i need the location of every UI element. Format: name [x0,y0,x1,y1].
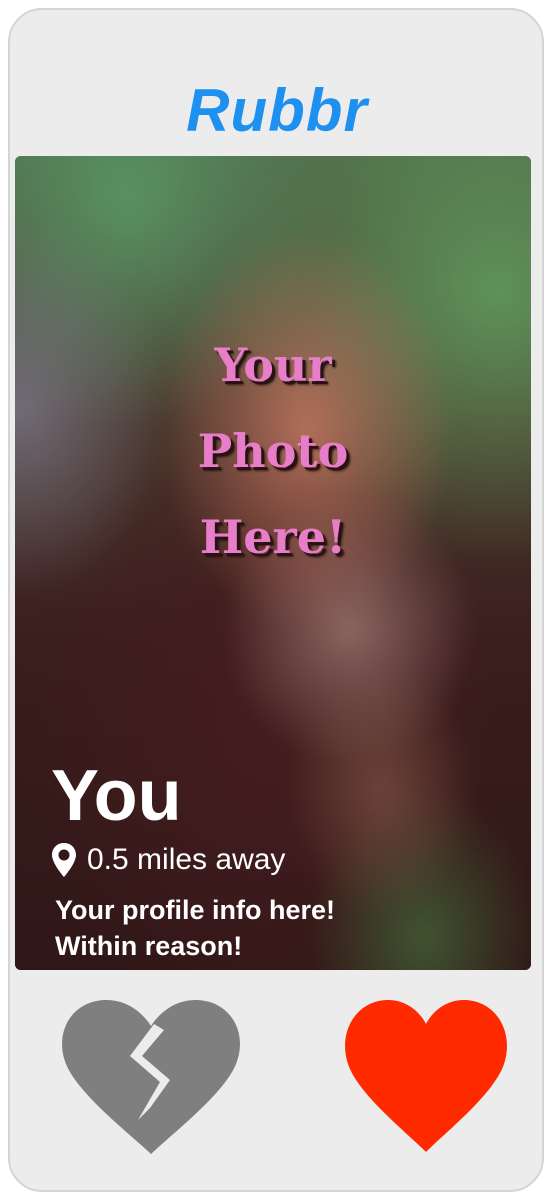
distance-row: 0.5 miles away [51,840,285,880]
photo-caption-line: Photo [197,424,349,478]
profile-name: You [51,756,182,836]
photo-caption-line: Here! [199,510,347,564]
profile-card[interactable]: Your Photo Here! You 0.5 miles away Your… [15,156,531,970]
profile-bio: Your profile info here! Within reason! [55,892,505,964]
location-pin-icon [52,843,76,877]
distance-label: 0.5 miles away [87,843,286,876]
heart-icon [345,999,507,1152]
dislike-button[interactable] [60,998,242,1156]
photo-placeholder-caption: Your Photo Here! [15,322,531,580]
app-logo: Rubbr [186,77,368,144]
photo-caption-line: Your [214,338,332,392]
bio-line: Within reason! [55,931,243,961]
bio-line: Your profile info here! [55,895,336,925]
broken-heart-icon [62,999,240,1154]
like-button[interactable] [344,998,508,1154]
